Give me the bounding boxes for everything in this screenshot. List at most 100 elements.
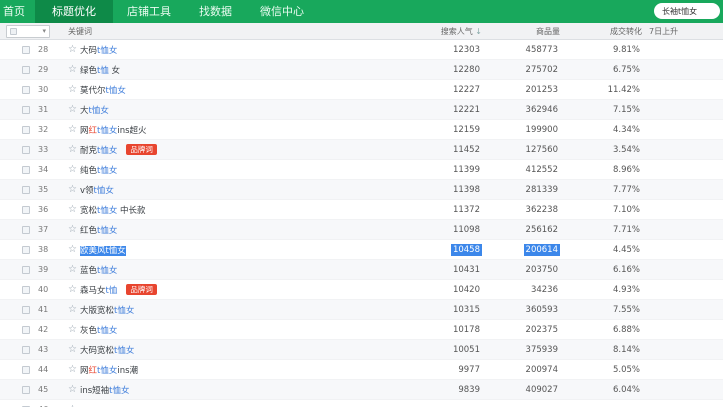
keyword-link[interactable]: 大版宽松t恤女 xyxy=(80,304,134,316)
row-checkbox[interactable] xyxy=(22,165,30,174)
table-row[interactable]: 34 ☆ 纯色t恤女 11399 412552 8.96% xyxy=(0,160,723,180)
popularity-cell: 11372 xyxy=(382,205,482,215)
star-icon[interactable]: ☆ xyxy=(68,324,77,335)
table-row[interactable]: 33 ☆ 耐克t恤女 品牌词 11452 127560 3.54% xyxy=(0,140,723,160)
keyword-link[interactable]: 莫代尔t恤女 xyxy=(80,84,126,96)
popularity-cell-value: 11098 xyxy=(452,224,480,235)
select-all-dropdown[interactable]: ▾ xyxy=(6,25,50,38)
table-row[interactable]: 35 ☆ v领t恤女 11398 281339 7.77% xyxy=(0,180,723,200)
table-row[interactable]: 29 ☆ 绿色t恤 女 12280 275702 6.75% xyxy=(0,60,723,80)
star-icon[interactable]: ☆ xyxy=(68,144,77,155)
star-icon[interactable]: ☆ xyxy=(68,124,77,135)
keyword-link[interactable]: 大t恤女 xyxy=(80,104,109,116)
star-icon[interactable]: ☆ xyxy=(68,364,77,375)
select-all-checkbox[interactable] xyxy=(10,28,17,35)
table-row[interactable]: 32 ☆ 网红t恤女ins超火 12159 199900 4.34% xyxy=(0,120,723,140)
row-rank: 31 xyxy=(38,105,49,114)
brand-word-badge: 品牌词 xyxy=(126,143,157,156)
keyword-link[interactable]: 纯色t恤女 xyxy=(80,164,117,176)
keyword-link[interactable]: 欧美风t恤女 xyxy=(79,244,126,256)
star-icon[interactable]: ☆ xyxy=(68,64,77,75)
nav-item-shop-tools[interactable]: 店铺工具 xyxy=(113,0,185,23)
star-icon[interactable]: ☆ xyxy=(68,104,77,115)
row-checkbox[interactable] xyxy=(22,65,30,74)
star-icon[interactable]: ☆ xyxy=(68,344,77,355)
star-icon[interactable]: ☆ xyxy=(68,224,77,235)
products-cell: 375939 xyxy=(482,345,560,355)
keyword-part: t恤女 xyxy=(96,205,118,216)
star-icon[interactable]: ☆ xyxy=(68,204,77,215)
keyword-part: t恤女 xyxy=(109,385,130,396)
star-icon[interactable]: ☆ xyxy=(68,384,77,395)
table-row[interactable]: 40 ☆ 森马女t恤 品牌词 10420 34236 4.93% xyxy=(0,280,723,300)
column-header-popularity[interactable]: 搜索人气 ↓ xyxy=(382,26,482,37)
row-checkbox[interactable] xyxy=(22,185,30,194)
table-row[interactable]: 42 ☆ 灰色t恤女 10178 202375 6.88% xyxy=(0,320,723,340)
nav-item-wechat-center[interactable]: 微信中心 xyxy=(246,0,318,23)
table-row[interactable]: 46☆ xyxy=(0,400,723,407)
table-row[interactable]: 44 ☆ 网红t恤女ins潮 9977 200974 5.05% xyxy=(0,360,723,380)
keyword-link[interactable]: 蓝色t恤女 xyxy=(80,264,117,276)
table-row[interactable]: 43 ☆ 大码宽松t恤女 10051 375939 8.14% xyxy=(0,340,723,360)
keyword-part: t恤女 xyxy=(88,105,109,116)
keyword-link[interactable]: 红色t恤女 xyxy=(80,224,117,236)
row-checkbox[interactable] xyxy=(22,225,30,234)
keyword-search-input[interactable] xyxy=(654,3,720,19)
table-row[interactable]: 31 ☆ 大t恤女 12221 362946 7.15% xyxy=(0,100,723,120)
keyword-link[interactable]: 森马女t恤 xyxy=(80,284,117,296)
keyword-link[interactable]: 大码t恤女 xyxy=(80,44,117,56)
star-icon[interactable]: ☆ xyxy=(68,284,77,295)
star-icon[interactable]: ☆ xyxy=(68,184,77,195)
star-icon[interactable]: ☆ xyxy=(68,244,77,255)
keyword-link[interactable]: v领t恤女 xyxy=(80,184,114,196)
column-header-seven-day[interactable]: 7日上升 xyxy=(642,26,723,37)
star-icon[interactable]: ☆ xyxy=(68,164,77,175)
keyword-link[interactable]: 大码宽松t恤女 xyxy=(80,344,134,356)
row-checkbox[interactable] xyxy=(22,125,30,134)
products-cell: 34236 xyxy=(482,285,560,295)
row-checkbox[interactable] xyxy=(22,105,30,114)
column-header-conversion[interactable]: 成交转化 xyxy=(560,26,642,37)
row-checkbox[interactable] xyxy=(22,385,30,394)
table-row[interactable]: 38 ☆ 欧美风t恤女 10458 200614 4.45% xyxy=(0,240,723,260)
row-checkbox[interactable] xyxy=(22,245,30,254)
table-row[interactable]: 39 ☆ 蓝色t恤女 10431 203750 6.16% xyxy=(0,260,723,280)
star-icon[interactable]: ☆ xyxy=(68,264,77,275)
star-icon[interactable]: ☆ xyxy=(68,304,77,315)
row-rank: 44 xyxy=(38,365,49,374)
table-row[interactable]: 36 ☆ 宽松t恤女 中长款 11372 362238 7.10% xyxy=(0,200,723,220)
products-cell-value: 201253 xyxy=(525,84,558,95)
row-checkbox[interactable] xyxy=(22,145,30,154)
row-checkbox[interactable] xyxy=(22,265,30,274)
star-icon[interactable]: ☆ xyxy=(68,84,77,95)
table-row[interactable]: 30 ☆ 莫代尔t恤女 12227 201253 11.42% xyxy=(0,80,723,100)
keyword-link[interactable]: 耐克t恤女 xyxy=(80,144,117,156)
nav-item-title-optimize[interactable]: 标题优化 xyxy=(35,0,113,23)
nav-item-find-data[interactable]: 找数据 xyxy=(185,0,246,23)
table-row[interactable]: 37 ☆ 红色t恤女 11098 256162 7.71% xyxy=(0,220,723,240)
keyword-link[interactable]: 宽松t恤女 中长款 xyxy=(80,204,146,216)
conversion-cell: 8.14% xyxy=(560,345,642,355)
row-checkbox[interactable] xyxy=(22,45,30,54)
row-checkbox[interactable] xyxy=(22,205,30,214)
row-checkbox[interactable] xyxy=(22,305,30,314)
keyword-link[interactable]: ins短袖t恤女 xyxy=(80,384,130,396)
row-checkbox[interactable] xyxy=(22,365,30,374)
nav-item-home[interactable]: 首页 xyxy=(0,0,35,23)
star-icon[interactable]: ☆ xyxy=(68,44,77,55)
row-checkbox[interactable] xyxy=(22,85,30,94)
popularity-cell: 12159 xyxy=(382,125,482,135)
table-row[interactable]: 41 ☆ 大版宽松t恤女 10315 360593 7.55% xyxy=(0,300,723,320)
row-checkbox[interactable] xyxy=(22,325,30,334)
keyword-link[interactable]: 灰色t恤女 xyxy=(80,324,117,336)
table-row[interactable]: 45 ☆ ins短袖t恤女 9839 409027 6.04% xyxy=(0,380,723,400)
row-checkbox[interactable] xyxy=(22,345,30,354)
keyword-link[interactable]: 绿色t恤 女 xyxy=(80,64,120,76)
keyword-link[interactable]: 网红t恤女ins超火 xyxy=(80,124,147,136)
column-header-products[interactable]: 商品量 xyxy=(482,26,560,37)
keyword-link[interactable]: 网红t恤女ins潮 xyxy=(80,364,138,376)
sort-descending-icon[interactable]: ↓ xyxy=(475,27,482,36)
products-cell-value: 409027 xyxy=(525,384,558,395)
table-row[interactable]: 28 ☆ 大码t恤女 12303 458773 9.81% xyxy=(0,40,723,60)
row-checkbox[interactable] xyxy=(22,285,30,294)
